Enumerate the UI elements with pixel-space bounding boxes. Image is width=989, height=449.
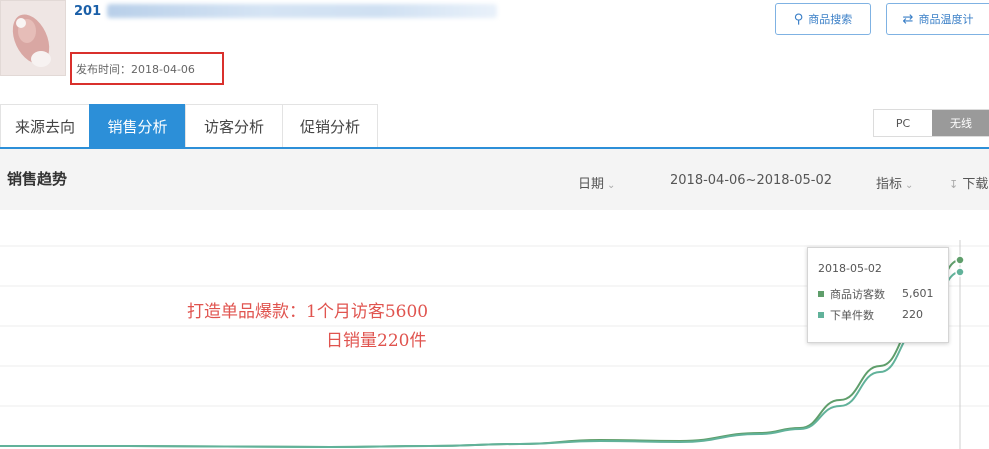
- product-search-button[interactable]: ⚲ 商品搜索: [775, 3, 871, 35]
- tab-promotion-analysis[interactable]: 促销分析: [282, 104, 378, 148]
- analysis-tabs: 来源去向 销售分析 访客分析 促销分析: [0, 104, 378, 148]
- series-point-1[interactable]: [955, 267, 965, 277]
- annotation-line1: 打造单品爆款：1个月访客5600: [187, 302, 429, 322]
- device-pc-option[interactable]: PC: [874, 110, 932, 136]
- chart-tooltip: 2018-05-02 商品访客数 5,601 下单件数 220: [807, 247, 949, 343]
- device-wireless-option[interactable]: 无线: [932, 110, 989, 136]
- metric-dropdown[interactable]: 指标 ⌄: [876, 173, 913, 192]
- product-title[interactable]: 201: [74, 2, 498, 20]
- tooltip-row-name: 商品访客数: [830, 287, 885, 301]
- annotation-line2: 日销量220件: [326, 331, 427, 351]
- product-title-blurred: [107, 4, 498, 18]
- tooltip-row-value: 5,601: [902, 287, 934, 300]
- tooltip-date: 2018-05-02: [818, 262, 882, 275]
- series-point-0[interactable]: [955, 255, 965, 265]
- date-range[interactable]: 2018-04-06~2018-05-02: [670, 173, 832, 188]
- chevron-down-icon: ⌄: [607, 180, 616, 191]
- swap-icon: ⇄: [902, 11, 914, 27]
- tab-source[interactable]: 来源去向: [0, 104, 90, 148]
- tab-visitor-analysis[interactable]: 访客分析: [185, 104, 283, 148]
- metric-dropdown-label: 指标: [876, 177, 903, 192]
- sales-trend-header: 销售趋势 日期 ⌄ 2018-04-06~2018-05-02 指标 ⌄ ↧ 下载: [0, 149, 989, 210]
- product-thumbnail[interactable]: [0, 0, 66, 76]
- date-dropdown[interactable]: 日期 ⌄: [578, 173, 615, 192]
- device-toggle: PC 无线: [873, 109, 989, 137]
- legend-swatch-orders: [818, 311, 824, 318]
- date-dropdown-label: 日期: [578, 177, 605, 192]
- product-title-prefix: 201: [74, 3, 102, 19]
- product-image: [1, 1, 65, 75]
- download-button[interactable]: ↧ 下载: [949, 173, 988, 192]
- tab-sales-analysis[interactable]: 销售分析: [89, 104, 186, 148]
- tooltip-row-visitors: 商品访客数 5,601: [818, 283, 938, 304]
- download-label: 下载: [962, 177, 989, 192]
- legend-swatch-visitors: [818, 290, 824, 297]
- product-thermometer-label: 商品温度计: [918, 13, 974, 26]
- tooltip-row-name: 下单件数: [830, 308, 874, 322]
- product-search-label: 商品搜索: [808, 13, 853, 26]
- panel-title: 销售趋势: [7, 170, 68, 188]
- publish-time: 发布时间：2018-04-06: [70, 52, 224, 85]
- download-icon: ↧: [949, 178, 959, 191]
- product-thermometer-button[interactable]: ⇄ 商品温度计: [886, 3, 989, 35]
- tooltip-row-value: 220: [902, 308, 923, 321]
- search-icon: ⚲: [793, 11, 804, 27]
- tooltip-row-orders: 下单件数 220: [818, 304, 938, 325]
- chevron-down-icon: ⌄: [905, 180, 914, 191]
